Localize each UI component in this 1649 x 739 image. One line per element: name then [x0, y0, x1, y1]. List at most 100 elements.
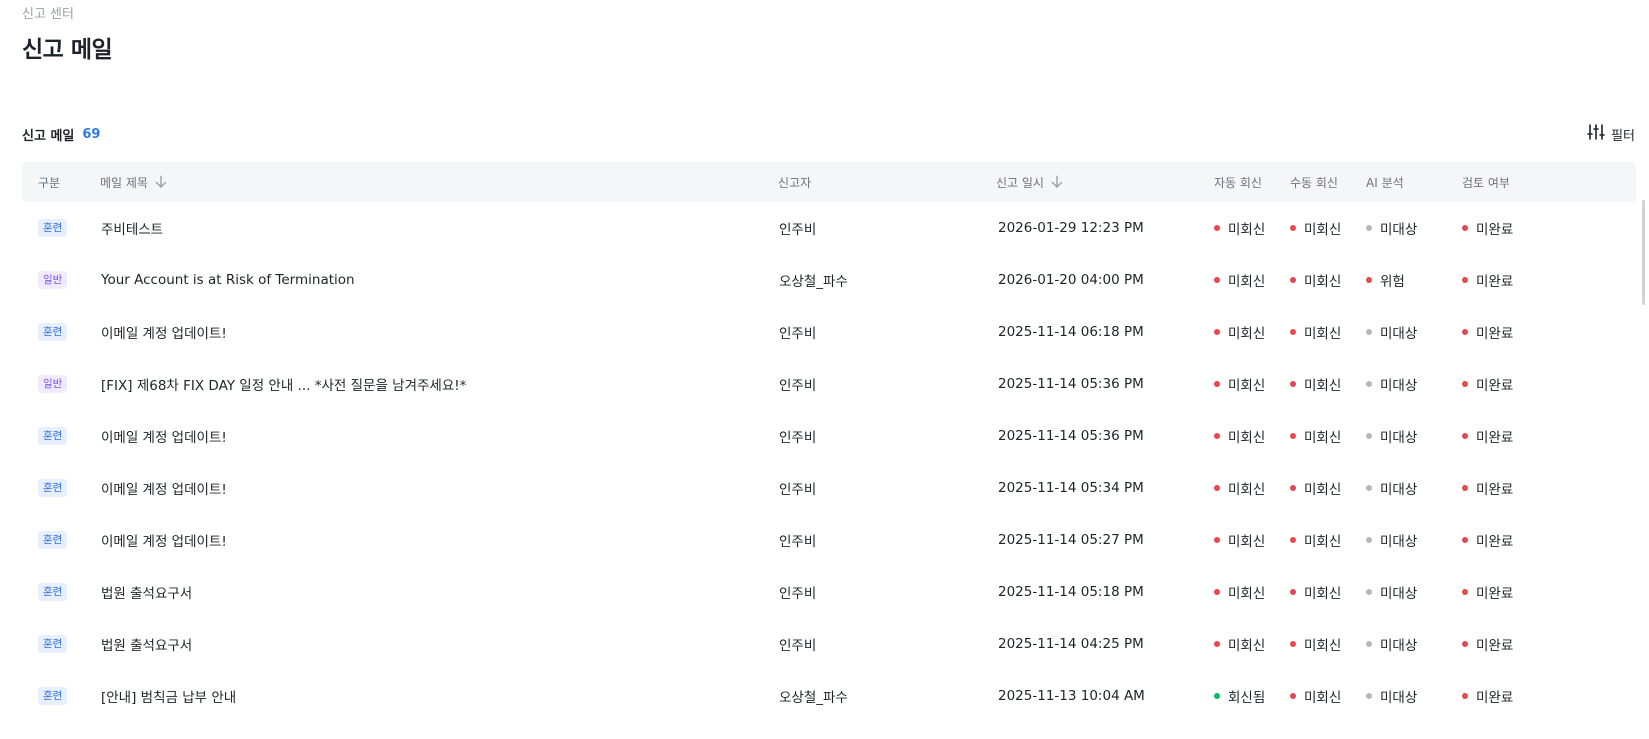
col-subject[interactable]: 메일 제목 — [100, 162, 168, 202]
subject-cell[interactable]: 법원 출석요구서 — [101, 566, 192, 618]
status-dot — [1290, 381, 1296, 387]
ai-analysis-status: 미대상 — [1366, 462, 1417, 514]
ai-analysis-status: 미대상 — [1366, 514, 1417, 566]
col-reported-at[interactable]: 신고 일시 — [996, 162, 1064, 202]
status-label: 미회신 — [1304, 430, 1342, 446]
auto-reply-status: 미회신 — [1214, 306, 1265, 358]
auto-reply-status: 회신됨 — [1214, 670, 1265, 722]
status-label: 미회신 — [1228, 638, 1266, 654]
status-label: 미회신 — [1228, 430, 1266, 446]
sort-arrow-down-icon[interactable] — [1050, 175, 1064, 189]
status-label: 미완료 — [1476, 690, 1514, 706]
status-dot — [1366, 537, 1372, 543]
status-dot — [1214, 329, 1220, 335]
status-label: 미회신 — [1304, 690, 1342, 706]
status-label: 미완료 — [1476, 378, 1514, 394]
review-status: 미완료 — [1462, 670, 1513, 722]
table-row[interactable]: 훈련 이메일 계정 업데이트! 인주비 2025-11-14 05:36 PM 미회신 미… — [22, 410, 1636, 462]
table-row[interactable]: 훈련 법원 출석요구서 인주비 2025-11-14 05:18 PM 미회신 미회신 미대… — [22, 566, 1636, 618]
status-dot — [1290, 589, 1296, 595]
reporter-cell: 인주비 — [779, 378, 817, 394]
status-label: 미대상 — [1380, 534, 1418, 550]
status-label: 미회신 — [1228, 482, 1266, 498]
subject-cell[interactable]: 주비테스트 — [101, 202, 163, 254]
category-badge: 훈련 — [38, 478, 68, 498]
manual-reply-status: 미회신 — [1290, 462, 1341, 514]
status-label: 미회신 — [1304, 274, 1342, 290]
category-cell: 훈련 — [38, 618, 68, 670]
scrollbar[interactable] — [1642, 200, 1645, 305]
reporter-cell: 오상철_파수 — [779, 690, 848, 706]
manual-reply-status: 미회신 — [1290, 202, 1341, 254]
status-dot — [1214, 537, 1220, 543]
auto-reply-status: 미회신 — [1214, 202, 1265, 254]
status-dot — [1214, 589, 1220, 595]
status-label: 미완료 — [1476, 274, 1514, 290]
review-status: 미완료 — [1462, 462, 1513, 514]
ai-analysis-status: 위험 — [1366, 254, 1405, 306]
col-manual-reply: 수동 회신 — [1290, 175, 1338, 190]
review-status: 미완료 — [1462, 566, 1513, 618]
review-status: 미완료 — [1462, 254, 1513, 306]
status-dot — [1462, 225, 1468, 231]
table-row[interactable]: 훈련 이메일 계정 업데이트! 인주비 2025-11-14 05:34 PM 미회신 미… — [22, 462, 1636, 514]
status-dot — [1290, 277, 1296, 283]
list-label: 신고 메일 — [22, 129, 75, 144]
status-label: 미회신 — [1304, 326, 1342, 342]
subject-cell[interactable]: 이메일 계정 업데이트! — [101, 514, 227, 566]
manual-reply-status: 미회신 — [1290, 514, 1341, 566]
subject-cell[interactable]: 이메일 계정 업데이트! — [101, 306, 227, 358]
status-dot — [1214, 381, 1220, 387]
category-cell: 훈련 — [38, 410, 68, 462]
status-dot — [1214, 485, 1220, 491]
status-dot — [1290, 641, 1296, 647]
status-dot — [1214, 225, 1220, 231]
subject-cell[interactable]: [FIX] 제68차 FIX DAY 일정 안내 ... *사전 질문을 남겨주… — [101, 358, 466, 410]
status-dot — [1462, 277, 1468, 283]
reported-at-cell: 2025-11-14 05:18 PM — [998, 584, 1144, 600]
col-category: 구분 — [38, 175, 61, 190]
auto-reply-status: 미회신 — [1214, 254, 1265, 306]
table-row[interactable]: 일반 [FIX] 제68차 FIX DAY 일정 안내 ... *사전 질문을 남… — [22, 358, 1636, 410]
reporter-cell: 인주비 — [779, 430, 817, 446]
manual-reply-status: 미회신 — [1290, 306, 1341, 358]
status-dot — [1214, 433, 1220, 439]
auto-reply-status: 미회신 — [1214, 462, 1265, 514]
status-dot — [1462, 381, 1468, 387]
table-row[interactable]: 훈련 이메일 계정 업데이트! 인주비 2025-11-14 06:18 PM 미회신 미… — [22, 306, 1636, 358]
status-label: 미완료 — [1476, 326, 1514, 342]
table-body: 훈련 주비테스트 인주비 2026-01-29 12:23 PM 미회신 미회신 미대상 미완… — [22, 202, 1636, 722]
ai-analysis-status: 미대상 — [1366, 202, 1417, 254]
status-dot — [1290, 329, 1296, 335]
status-label: 미대상 — [1380, 482, 1418, 498]
subject-cell[interactable]: Your Account is at Risk of Termination — [101, 254, 355, 306]
category-badge: 훈련 — [38, 218, 68, 238]
table-row[interactable]: 훈련 주비테스트 인주비 2026-01-29 12:23 PM 미회신 미회신 미대상 미완… — [22, 202, 1636, 254]
table-row[interactable]: 훈련 [안내] 범칙금 납부 안내 오상철_파수 2025-11-13 10:04 A… — [22, 670, 1636, 722]
category-badge: 훈련 — [38, 322, 68, 342]
review-status: 미완료 — [1462, 306, 1513, 358]
category-cell: 훈련 — [38, 306, 68, 358]
manual-reply-status: 미회신 — [1290, 670, 1341, 722]
status-dot — [1462, 433, 1468, 439]
status-label: 미회신 — [1228, 222, 1266, 238]
manual-reply-status: 미회신 — [1290, 254, 1341, 306]
breadcrumb[interactable]: 신고 센터 — [22, 3, 74, 22]
status-dot — [1366, 641, 1372, 647]
status-label: 미회신 — [1304, 482, 1342, 498]
subject-cell[interactable]: [안내] 범칙금 납부 안내 — [101, 670, 236, 722]
subject-cell[interactable]: 이메일 계정 업데이트! — [101, 462, 227, 514]
subject-cell[interactable]: 이메일 계정 업데이트! — [101, 410, 227, 462]
category-cell: 훈련 — [38, 462, 68, 514]
table-row[interactable]: 훈련 법원 출석요구서 인주비 2025-11-14 04:25 PM 미회신 미회신 미대… — [22, 618, 1636, 670]
table-row[interactable]: 일반 Your Account is at Risk of Termination… — [22, 254, 1636, 306]
sort-arrow-down-icon[interactable] — [154, 175, 168, 189]
table-row[interactable]: 훈련 이메일 계정 업데이트! 인주비 2025-11-14 05:27 PM 미회신 미… — [22, 514, 1636, 566]
status-label: 미완료 — [1476, 638, 1514, 654]
status-dot — [1214, 693, 1220, 699]
filter-button[interactable]: 필터 — [1587, 123, 1635, 145]
status-label: 미회신 — [1228, 326, 1266, 342]
status-dot — [1462, 485, 1468, 491]
manual-reply-status: 미회신 — [1290, 358, 1341, 410]
subject-cell[interactable]: 법원 출석요구서 — [101, 618, 192, 670]
